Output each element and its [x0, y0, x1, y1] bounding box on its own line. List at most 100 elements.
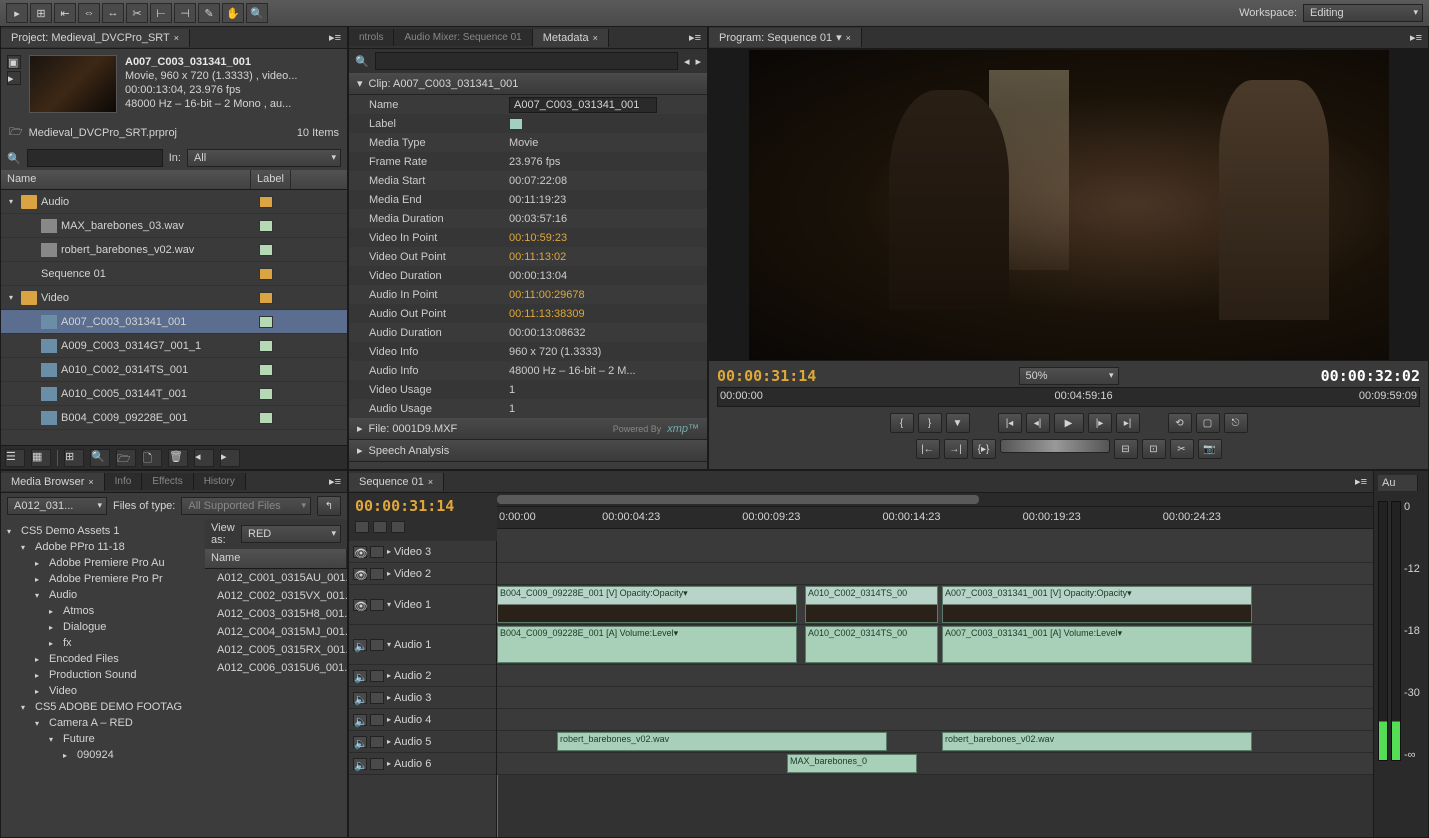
track-header[interactable]: 🔈▸Audio 2	[349, 665, 496, 687]
new-item-button[interactable]: 🗋	[142, 449, 162, 467]
poster-frame-icon[interactable]: ▣	[7, 55, 21, 69]
effect-controls-tab[interactable]: ntrols	[349, 29, 394, 46]
project-tab[interactable]: Project: Medieval_DVCPro_SRT×	[1, 29, 190, 47]
view-as-dropdown[interactable]: RED	[241, 525, 341, 543]
project-item[interactable]: B004_C009_09228E_001	[1, 406, 347, 430]
project-bin-list[interactable]: ▾AudioMAX_barebones_03.wavrobert_barebon…	[1, 190, 347, 445]
speaker-icon[interactable]: 🔈	[353, 692, 367, 704]
zoom-tool[interactable]: 🔍	[246, 3, 268, 23]
step-back-button[interactable]: ◂|	[1026, 413, 1050, 433]
track-select-tool[interactable]: ⊞	[30, 3, 52, 23]
panel-menu-icon[interactable]: ▸≡	[1410, 31, 1422, 44]
up-folder-button[interactable]: ↰	[317, 496, 341, 516]
snap-icon[interactable]	[355, 521, 369, 533]
zoom-dropdown[interactable]: 50%	[1019, 367, 1119, 385]
label-swatch[interactable]	[259, 196, 273, 208]
panel-menu-icon[interactable]: ▸≡	[329, 475, 341, 488]
lock-icon[interactable]	[370, 758, 384, 770]
lock-icon[interactable]	[370, 670, 384, 682]
program-viewport[interactable]	[709, 49, 1428, 361]
sequence-tab[interactable]: Sequence 01×	[349, 473, 444, 491]
close-icon[interactable]: ×	[174, 33, 179, 43]
tree-item[interactable]: ▾CS5 Demo Assets 1	[1, 523, 205, 539]
slip-tool[interactable]: ⊢	[150, 3, 172, 23]
lock-icon[interactable]	[370, 714, 384, 726]
program-tab[interactable]: Program: Sequence 01 ▾ ×	[709, 28, 862, 47]
label-swatch[interactable]	[259, 268, 273, 280]
label-swatch[interactable]	[259, 340, 273, 352]
speaker-icon[interactable]: 🔈	[353, 714, 367, 726]
timeline-clip[interactable]: MAX_barebones_0	[787, 754, 917, 773]
close-icon[interactable]: ×	[428, 477, 433, 487]
info-tab[interactable]: Info	[105, 473, 143, 490]
track-header[interactable]: 🔈▸Audio 6	[349, 753, 496, 775]
track-header[interactable]: 👁▾Video 1	[349, 585, 496, 625]
mark-out-button[interactable]: }	[918, 413, 942, 433]
label-swatch[interactable]	[259, 220, 273, 232]
tree-item[interactable]: ▸Atmos	[1, 603, 205, 619]
project-item[interactable]: MAX_barebones_03.wav	[1, 214, 347, 238]
automate-button[interactable]: ⊞	[64, 449, 84, 467]
rate-stretch-tool[interactable]: ↔	[102, 3, 124, 23]
prev-marker-button[interactable]: |←	[916, 439, 940, 459]
project-item[interactable]: A007_C003_031341_001	[1, 310, 347, 334]
timeline-clip[interactable]: robert_barebones_v02.wav	[942, 732, 1252, 751]
tree-item[interactable]: ▸Video	[1, 683, 205, 699]
pen-tool[interactable]: ✎	[198, 3, 220, 23]
track-header[interactable]: 🔈▸Audio 5	[349, 731, 496, 753]
shuttle-slider[interactable]	[1000, 439, 1110, 453]
list-view-button[interactable]: ☰	[5, 449, 25, 467]
metadata-value[interactable]: 00:11:13:38309	[509, 308, 585, 320]
timeline-clip[interactable]: robert_barebones_v02.wav	[557, 732, 887, 751]
tree-item[interactable]: ▾Adobe PPro 11-18	[1, 539, 205, 555]
ripple-edit-tool[interactable]: ⇤	[54, 3, 76, 23]
close-icon[interactable]: ×	[846, 33, 851, 43]
settings-icon[interactable]	[391, 521, 405, 533]
trash-button[interactable]: 🗑	[168, 449, 188, 467]
timeline-overview[interactable]	[497, 493, 1373, 507]
clip-section-header[interactable]: ▾Clip: A007_C003_031341_001	[349, 73, 707, 95]
browser-path-dropdown[interactable]: A012_031...	[7, 497, 107, 515]
track-lane[interactable]	[497, 665, 1373, 687]
track-header[interactable]: 👁▸Video 3	[349, 541, 496, 563]
lift-button[interactable]: ⊟	[1114, 439, 1138, 459]
panel-menu-icon[interactable]: ▸≡	[1355, 475, 1367, 488]
new-bin-button[interactable]: 🗁	[116, 449, 136, 467]
column-label[interactable]: Label	[251, 170, 291, 189]
timeline-clip[interactable]: A010_C002_0314TS_00	[805, 626, 938, 663]
track-lane[interactable]: B004_C009_09228E_001 [A] Volume:Level▾A0…	[497, 625, 1373, 665]
next-clip-icon[interactable]: ▸	[695, 55, 701, 68]
scroll-left-icon[interactable]: ◂	[194, 449, 214, 467]
eye-icon[interactable]: 👁	[353, 546, 367, 558]
razor-tool[interactable]: ✂	[126, 3, 148, 23]
prev-clip-icon[interactable]: ◂	[684, 55, 690, 68]
speaker-icon[interactable]: 🔈	[353, 639, 367, 651]
safe-margins-button[interactable]: ▢	[1196, 413, 1220, 433]
next-marker-button[interactable]: →|	[944, 439, 968, 459]
label-swatch[interactable]	[259, 412, 273, 424]
panel-menu-icon[interactable]: ▸≡	[689, 31, 701, 44]
scroll-right-icon[interactable]: ▸	[220, 449, 240, 467]
eye-icon[interactable]: 👁	[353, 568, 367, 580]
file-item[interactable]: A012_C006_0315U6_001.R3D	[205, 659, 347, 677]
project-item[interactable]: ▾Audio	[1, 190, 347, 214]
project-item[interactable]: Sequence 01	[1, 262, 347, 286]
track-lane[interactable]: B004_C009_09228E_001 [V] Opacity:Opacity…	[497, 585, 1373, 625]
folder-tree[interactable]: ▾CS5 Demo Assets 1▾Adobe PPro 11-18▸Adob…	[1, 519, 205, 837]
tree-item[interactable]: ▾Future	[1, 731, 205, 747]
tree-item[interactable]: ▸fx	[1, 635, 205, 651]
lock-icon[interactable]	[370, 736, 384, 748]
timeline-current-time[interactable]: 00:00:31:14	[355, 497, 491, 515]
project-item[interactable]: A010_C005_03144T_001	[1, 382, 347, 406]
workspace-dropdown[interactable]: Editing	[1303, 4, 1423, 22]
metadata-tab[interactable]: Metadata×	[533, 29, 609, 47]
marker-icon[interactable]	[373, 521, 387, 533]
lock-icon[interactable]	[370, 599, 384, 611]
timeline-clip[interactable]: B004_C009_09228E_001 [A] Volume:Level▾	[497, 626, 797, 663]
tree-item[interactable]: ▾Audio	[1, 587, 205, 603]
hand-tool[interactable]: ✋	[222, 3, 244, 23]
go-to-in-button[interactable]: |◂	[998, 413, 1022, 433]
tree-item[interactable]: ▸090924	[1, 747, 205, 763]
speaker-icon[interactable]: 🔈	[353, 670, 367, 682]
tree-item[interactable]: ▾Camera A – RED	[1, 715, 205, 731]
